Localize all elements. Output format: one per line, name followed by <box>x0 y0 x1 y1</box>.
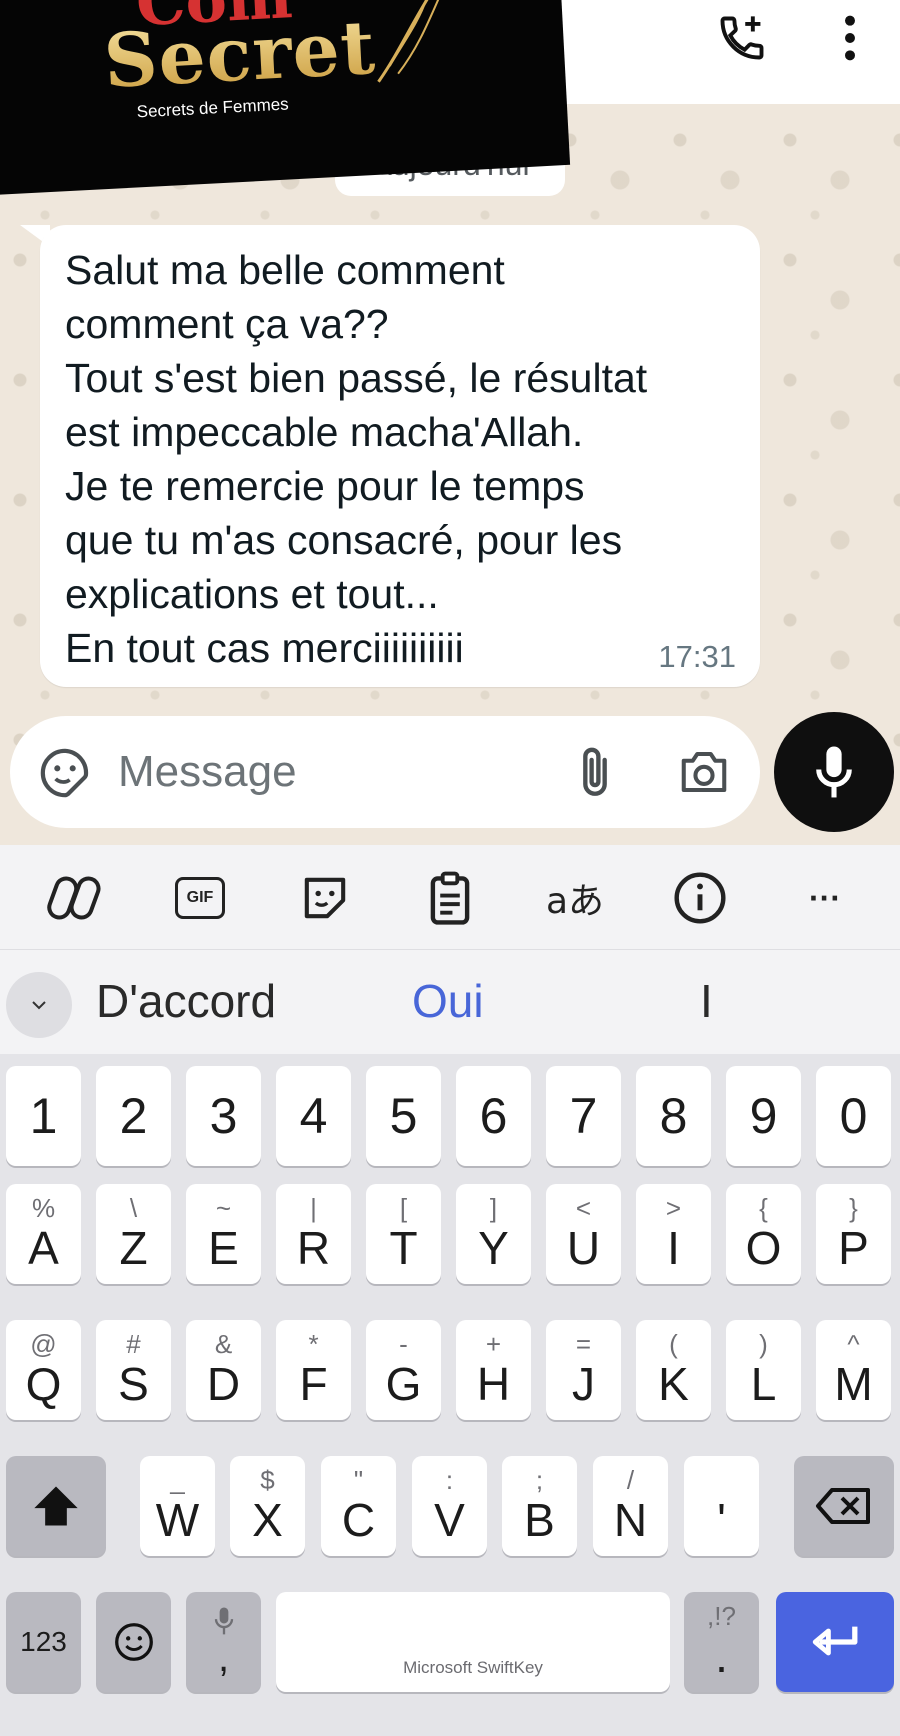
key-m[interactable]: ^ M <box>816 1320 891 1420</box>
key-a[interactable]: % A <box>6 1184 81 1284</box>
camera-icon[interactable] <box>672 742 736 802</box>
microphone-small-icon <box>214 1607 233 1635</box>
key-i[interactable]: > I <box>636 1184 711 1284</box>
suggestion-1[interactable]: D'accord <box>96 974 276 1028</box>
key-7[interactable]: 7 <box>546 1066 621 1166</box>
brand-logo: Com Secret Secrets de Femmes <box>0 0 571 195</box>
key-b[interactable]: ; B <box>502 1456 577 1556</box>
key-apostrophe[interactable]: ' <box>684 1456 759 1556</box>
key-p[interactable]: } P <box>816 1184 891 1284</box>
key-l[interactable]: ) L <box>726 1320 801 1420</box>
key-h[interactable]: + H <box>456 1320 531 1420</box>
key-v[interactable]: :V <box>412 1456 487 1556</box>
numbers-key[interactable]: 123 <box>6 1592 81 1692</box>
keyboard-toolbar: GIF aあ ··· <box>0 845 900 950</box>
comma-key[interactable]: , <box>186 1592 261 1692</box>
microphone-icon[interactable] <box>774 712 894 832</box>
message-composer <box>10 716 760 828</box>
sticker-emoji-icon[interactable] <box>34 742 96 804</box>
key-e[interactable]: ~ E <box>186 1184 261 1284</box>
key-f[interactable]: * F <box>276 1320 351 1420</box>
key-3[interactable]: 3 <box>186 1066 261 1166</box>
feather-flourish-icon <box>377 0 441 83</box>
space-key-label: Microsoft SwiftKey <box>403 1658 543 1677</box>
gif-icon[interactable]: GIF <box>165 865 235 931</box>
backspace-icon <box>816 1488 870 1524</box>
key-z[interactable]: \ Z <box>96 1184 171 1284</box>
enter-icon <box>812 1626 858 1656</box>
key-u[interactable]: < U <box>546 1184 621 1284</box>
key-g[interactable]: -G <box>366 1320 441 1420</box>
keyboard: 1 2 3 4 5 6 7 8 9 0 % A \ Z ~ E | R [T ] Y < U… <box>0 1054 900 1736</box>
key-q[interactable]: @ Q <box>6 1320 81 1420</box>
info-icon[interactable] <box>665 865 735 931</box>
key-2[interactable]: 2 <box>96 1066 171 1166</box>
message-bubble[interactable]: Salut ma belle comment comment ça va?? T… <box>40 225 760 687</box>
shift-key[interactable] <box>6 1456 106 1556</box>
key-0[interactable]: 0 <box>816 1066 891 1166</box>
message-time: 17:31 <box>658 639 736 674</box>
key-d[interactable]: & D <box>186 1320 261 1420</box>
key-x[interactable]: $ X <box>230 1456 305 1556</box>
more-options-label: ··· <box>809 879 841 916</box>
key-j[interactable]: = J <box>546 1320 621 1420</box>
key-s[interactable]: # S <box>96 1320 171 1420</box>
key-c[interactable]: " C <box>321 1456 396 1556</box>
message-text: Salut ma belle comment comment ça va?? T… <box>65 247 648 671</box>
key-8[interactable]: 8 <box>636 1066 711 1166</box>
key-k[interactable]: (K <box>636 1320 711 1420</box>
chevron-down-icon[interactable] <box>6 972 72 1038</box>
chat-area: Com Secret Secrets de Femmes Aujourd'hui… <box>0 0 900 845</box>
numbers-key-label: 123 <box>20 1626 67 1657</box>
punctuation-key[interactable]: ,!?. <box>684 1592 759 1692</box>
shift-icon <box>34 1486 78 1526</box>
enter-key[interactable] <box>776 1592 894 1692</box>
key-5[interactable]: 5 <box>366 1066 441 1166</box>
backspace-key[interactable] <box>794 1456 894 1556</box>
smiley-icon <box>114 1623 153 1661</box>
key-y[interactable]: ] Y <box>456 1184 531 1284</box>
key-w[interactable]: _ W <box>140 1456 215 1556</box>
key-9[interactable]: 9 <box>726 1066 801 1166</box>
more-vert-icon[interactable] <box>820 8 880 68</box>
more-options-icon[interactable]: ··· <box>790 865 860 931</box>
space-key[interactable]: Microsoft SwiftKey <box>276 1592 670 1692</box>
gif-label: GIF <box>175 877 225 919</box>
translate-label: aあ <box>545 881 605 922</box>
emoji-key[interactable] <box>96 1592 171 1692</box>
key-n[interactable]: / N <box>593 1456 668 1556</box>
translate-icon[interactable]: aあ <box>540 865 610 931</box>
key-4[interactable]: 4 <box>276 1066 351 1166</box>
suggestion-3[interactable]: I <box>700 974 713 1028</box>
suggestion-bar: D'accord Oui I <box>0 950 900 1054</box>
key-1[interactable]: 1 <box>6 1066 81 1166</box>
logo-word-main: Secret <box>101 4 378 105</box>
suggestion-2[interactable]: Oui <box>412 974 484 1028</box>
key-t[interactable]: [T <box>366 1184 441 1284</box>
copilot-icon[interactable] <box>40 865 110 931</box>
sticker-icon[interactable] <box>290 865 360 931</box>
key-o[interactable]: {O <box>726 1184 801 1284</box>
key-r[interactable]: | R <box>276 1184 351 1284</box>
clipboard-icon[interactable] <box>415 865 485 931</box>
add-call-icon[interactable] <box>712 8 772 68</box>
key-6[interactable]: 6 <box>456 1066 531 1166</box>
message-input[interactable] <box>118 744 538 800</box>
attach-icon[interactable] <box>565 740 625 804</box>
